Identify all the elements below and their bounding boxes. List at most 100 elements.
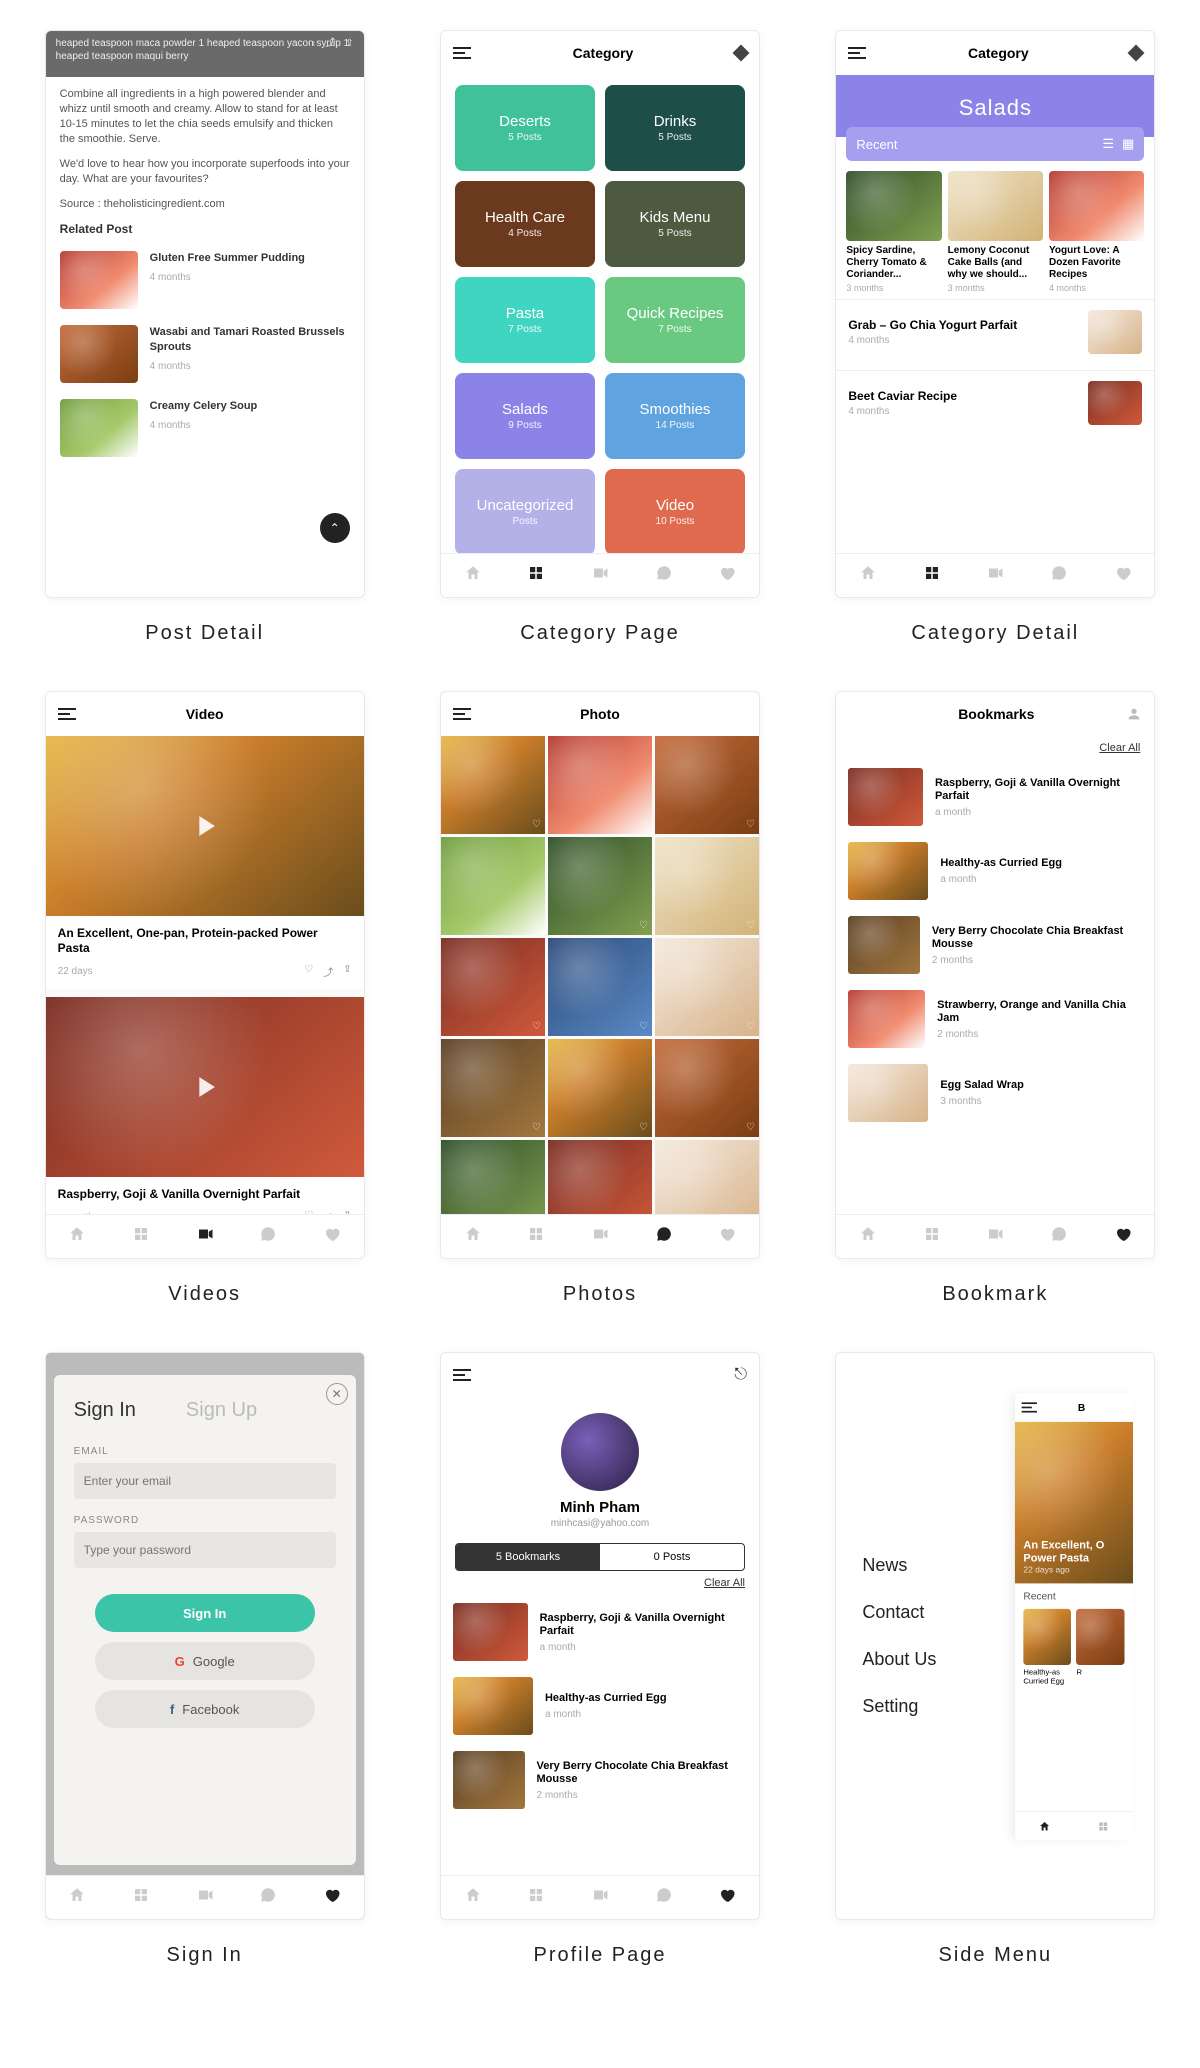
share-icon[interactable]: ⤴ — [323, 964, 333, 979]
category-card[interactable]: Quick Recipes7 Posts — [605, 277, 745, 363]
share-icon[interactable]: ⤴ — [325, 37, 335, 50]
category-card[interactable]: UncategorizedPosts — [455, 469, 595, 553]
tab-chat[interactable] — [259, 1225, 277, 1248]
menu-icon[interactable] — [58, 708, 76, 720]
tab-video[interactable] — [196, 1886, 214, 1909]
tab-signup[interactable]: Sign Up — [186, 1399, 257, 1422]
menu-icon[interactable] — [453, 1369, 471, 1381]
menu-item[interactable]: Setting — [862, 1696, 1014, 1717]
password-field[interactable] — [74, 1532, 336, 1568]
layout-icon[interactable]: ▦ — [1122, 136, 1134, 152]
bookmark-row[interactable]: Egg Salad Wrap3 months — [836, 1056, 1154, 1130]
heart-icon[interactable]: ♡ — [746, 1021, 755, 1032]
category-card[interactable]: Deserts5 Posts — [455, 85, 595, 171]
related-row[interactable]: Wasabi and Tamari Roasted Brussels Sprou… — [60, 317, 350, 391]
tab-home[interactable] — [464, 1225, 482, 1248]
tab-chat[interactable] — [655, 1886, 673, 1909]
tab-chat[interactable] — [1050, 564, 1068, 587]
menu-item[interactable]: Contact — [862, 1602, 1014, 1623]
email-field[interactable] — [74, 1463, 336, 1499]
facebook-button[interactable]: fFacebook — [95, 1690, 315, 1728]
tab-chat[interactable] — [655, 564, 673, 587]
heart-icon[interactable]: ♡ — [532, 920, 541, 931]
list-row[interactable]: Grab – Go Chia Yogurt Parfait4 months — [836, 299, 1154, 364]
tab-signin[interactable]: Sign In — [74, 1399, 136, 1422]
tab-grid[interactable] — [527, 1225, 545, 1248]
heart-icon[interactable]: ♡ — [532, 1122, 541, 1133]
user-icon[interactable] — [1126, 706, 1142, 722]
tab-video[interactable] — [591, 1886, 609, 1909]
recipe-card[interactable]: Lemony Coconut Cake Balls (and why we sh… — [948, 171, 1043, 293]
export-icon[interactable]: ⇪ — [345, 37, 353, 50]
content-preview[interactable]: B An Excellent, O Power Pasta 22 days ag… — [1014, 1393, 1133, 1840]
search-icon[interactable] — [1128, 45, 1145, 62]
search-icon[interactable] — [732, 45, 749, 62]
tab-video[interactable] — [591, 564, 609, 587]
clear-all-link[interactable]: Clear All — [441, 1571, 759, 1595]
tab-home[interactable] — [68, 1886, 86, 1909]
tab-video[interactable] — [591, 1225, 609, 1248]
recipe-card[interactable]: Spicy Sardine, Cherry Tomato & Coriander… — [846, 171, 941, 293]
tab-chat[interactable] — [655, 1225, 673, 1248]
photo-thumb[interactable]: ♡ — [548, 736, 652, 834]
tab-grid[interactable] — [923, 564, 941, 587]
heart-icon[interactable]: ♡ — [639, 819, 648, 830]
related-row[interactable]: Creamy Celery Soup4 months — [60, 391, 350, 465]
logout-icon[interactable]: ⎋ — [734, 1366, 747, 1384]
tab-heart[interactable] — [718, 1225, 736, 1248]
photo-thumb[interactable]: ♡ — [655, 938, 759, 1036]
category-card[interactable]: Kids Menu5 Posts — [605, 181, 745, 267]
category-card[interactable]: Health Care4 Posts — [455, 181, 595, 267]
tab-heart[interactable] — [718, 564, 736, 587]
heart-icon[interactable]: ♡ — [746, 819, 755, 830]
category-card[interactable]: Salads9 Posts — [455, 373, 595, 459]
category-card[interactable]: Smoothies14 Posts — [605, 373, 745, 459]
photo-thumb[interactable]: ♡ — [655, 837, 759, 935]
tab-grid[interactable] — [1098, 1820, 1110, 1832]
tab-home[interactable] — [1039, 1820, 1051, 1832]
close-icon[interactable]: ✕ — [326, 1383, 348, 1405]
menu-icon[interactable] — [453, 47, 471, 59]
avatar[interactable] — [561, 1413, 639, 1491]
play-icon[interactable] — [46, 997, 364, 1177]
seg-posts[interactable]: 0 Posts — [600, 1544, 744, 1570]
menu-item[interactable]: News — [862, 1555, 1014, 1576]
photo-thumb[interactable]: ♡ — [548, 1140, 652, 1214]
photo-thumb[interactable]: ♡ — [548, 1039, 652, 1137]
list-row[interactable]: Beet Caviar Recipe4 months — [836, 370, 1154, 435]
recipe-card[interactable]: Yogurt Love: A Dozen Favorite Recipes4 m… — [1049, 171, 1144, 293]
category-card[interactable]: Pasta7 Posts — [455, 277, 595, 363]
photo-thumb[interactable]: ♡ — [655, 1039, 759, 1137]
tab-video[interactable] — [986, 564, 1004, 587]
photo-thumb[interactable]: ♡ — [548, 938, 652, 1036]
photo-thumb[interactable]: ♡ — [441, 736, 545, 834]
bookmark-row[interactable]: Raspberry, Goji & Vanilla Overnight Parf… — [441, 1595, 759, 1669]
tab-video[interactable] — [196, 1225, 214, 1248]
tab-grid[interactable] — [923, 1225, 941, 1248]
photo-thumb[interactable]: ♡ — [655, 1140, 759, 1214]
tab-heart[interactable] — [1114, 564, 1132, 587]
heart-icon[interactable]: ♡ — [532, 819, 541, 830]
photo-thumb[interactable]: ♡ — [655, 736, 759, 834]
heart-icon[interactable]: ♡ — [639, 1122, 648, 1133]
mini-card[interactable]: Healthy-as Curried Egg — [1024, 1609, 1072, 1686]
scroll-top-button[interactable]: ⌃ — [320, 513, 350, 543]
menu-icon[interactable] — [1022, 1402, 1037, 1412]
tab-heart[interactable] — [1114, 1225, 1132, 1248]
tab-home[interactable] — [859, 564, 877, 587]
tab-grid[interactable] — [132, 1225, 150, 1248]
tab-home[interactable] — [68, 1225, 86, 1248]
heart-icon[interactable]: ♡ — [639, 1021, 648, 1032]
tab-grid[interactable] — [132, 1886, 150, 1909]
heart-icon[interactable]: ♡ — [746, 920, 755, 931]
back-icon[interactable]: ‹ — [312, 37, 315, 50]
tab-grid[interactable] — [527, 564, 545, 587]
tab-home[interactable] — [464, 1886, 482, 1909]
filter-bar[interactable]: Recent ☰ ▦ — [846, 127, 1144, 161]
heart-icon[interactable]: ♡ — [639, 920, 648, 931]
video-card[interactable]: An Excellent, One-pan, Protein-packed Po… — [46, 736, 364, 989]
photo-thumb[interactable]: ♡ — [441, 1140, 545, 1214]
category-card[interactable]: Drinks5 Posts — [605, 85, 745, 171]
seg-bookmarks[interactable]: 5 Bookmarks — [456, 1544, 600, 1570]
bookmark-row[interactable]: Strawberry, Orange and Vanilla Chia Jam2… — [836, 982, 1154, 1056]
